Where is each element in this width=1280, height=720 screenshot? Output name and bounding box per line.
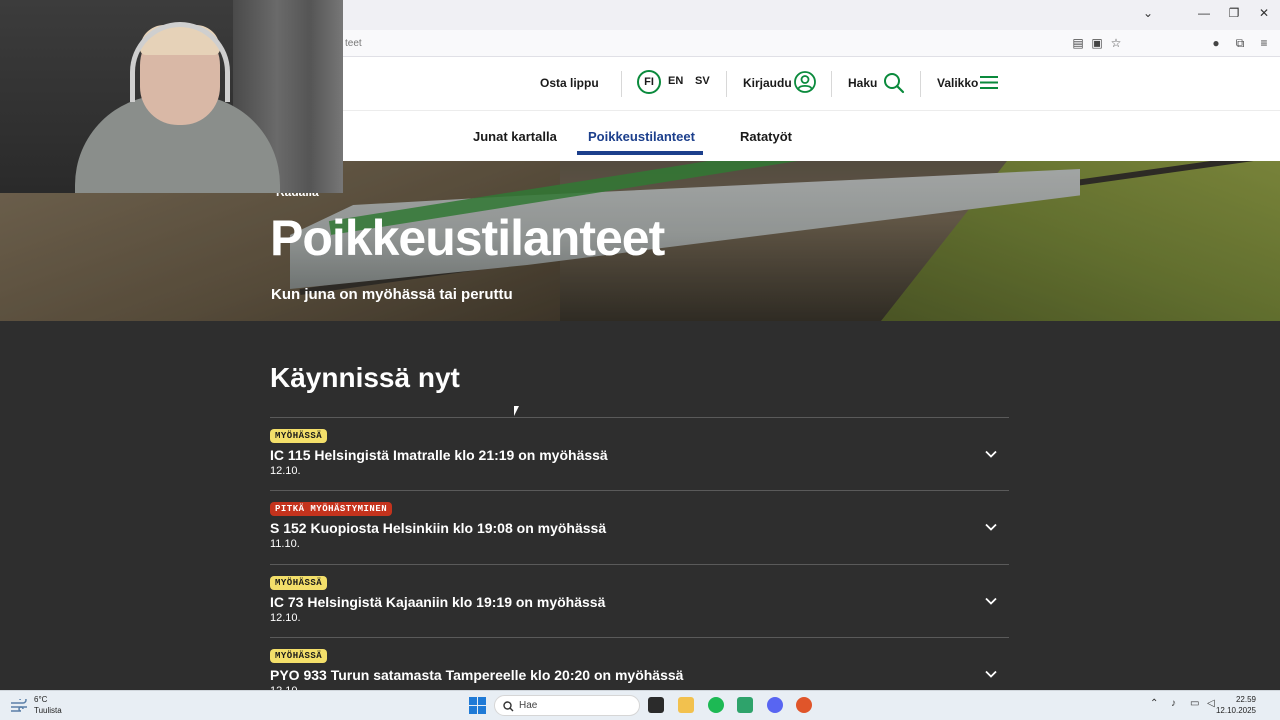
search-link[interactable]: Haku (848, 76, 877, 90)
reader-view-icon[interactable]: ▤ (1070, 36, 1086, 50)
status-badge: PITKÄ MYÖHÄSTYMINEN (270, 502, 393, 516)
item-title[interactable]: PYO 933 Turun satamasta Tampereelle klo … (270, 667, 683, 683)
windows-start-icon[interactable] (469, 697, 486, 714)
taskbar-search[interactable]: Hae (494, 695, 640, 716)
discord-icon[interactable] (767, 697, 783, 713)
save-page-icon[interactable]: ▣ (1089, 36, 1105, 50)
chatgpt-icon[interactable] (737, 697, 753, 713)
weather-temp[interactable]: 6°C (34, 695, 47, 704)
divider (270, 490, 1009, 491)
url-text[interactable]: teet (345, 38, 362, 49)
item-title[interactable]: IC 115 Helsingistä Imatralle klo 21:19 o… (270, 447, 608, 463)
page-title: Poikkeustilanteet (270, 210, 665, 266)
clock-time[interactable]: 22.59 (1236, 695, 1256, 704)
file-explorer-icon[interactable] (678, 697, 694, 713)
chevron-down-icon[interactable] (984, 667, 998, 681)
user-icon[interactable] (794, 71, 816, 93)
divider (270, 417, 1009, 418)
item-title[interactable]: S 152 Kuopiosta Helsinkiin klo 19:08 on … (270, 520, 606, 536)
section-title: Käynnissä nyt (270, 362, 460, 393)
lang-fi-button[interactable]: FI (637, 70, 661, 94)
chevron-down-icon[interactable] (984, 447, 998, 461)
extensions-icon[interactable]: ⧉ (1232, 36, 1248, 51)
search-icon (503, 701, 514, 712)
divider (831, 71, 832, 97)
webcam-overlay (0, 0, 343, 193)
active-tab-indicator (577, 151, 703, 155)
item-title[interactable]: IC 73 Helsingistä Kajaaniin klo 19:19 on… (270, 594, 605, 610)
screen: ⌄ — ❐ ✕ teet ▤ ▣ ☆ ● ⧉ ≡ Osta lippu FI E… (0, 0, 1280, 720)
windows-taskbar: 6°C Tuulista Hae ⌃ ♪ ▭ ◁ 22.59 12.10.202… (0, 690, 1280, 720)
volume-icon[interactable]: ◁ (1207, 698, 1215, 709)
item-date: 12.10. (270, 612, 301, 624)
close-icon[interactable]: ✕ (1254, 6, 1274, 20)
menu-link[interactable]: Valikko (937, 76, 978, 90)
hamburger-menu-icon[interactable] (980, 75, 998, 90)
chevron-down-icon[interactable] (984, 520, 998, 534)
spotify-icon[interactable] (708, 697, 724, 713)
account-icon[interactable]: ● (1208, 36, 1224, 50)
status-badge: MYÖHÄSSÄ (270, 429, 328, 443)
lang-en-button[interactable]: EN (668, 75, 683, 87)
buy-ticket-link[interactable]: Osta lippu (540, 76, 599, 90)
tab-ratatyot[interactable]: Ratatyöt (740, 129, 792, 144)
tab-junat-kartalla[interactable]: Junat kartalla (473, 129, 557, 144)
item-date: 11.10. (270, 538, 300, 550)
status-badge: MYÖHÄSSÄ (270, 649, 328, 663)
firefox-icon[interactable] (796, 697, 812, 713)
app-menu-icon[interactable]: ≡ (1256, 36, 1272, 50)
divider (920, 71, 921, 97)
login-link[interactable]: Kirjaudu (743, 76, 792, 90)
minimize-icon[interactable]: — (1194, 6, 1214, 20)
status-badge: MYÖHÄSSÄ (270, 576, 328, 590)
restore-icon[interactable]: ❐ (1224, 6, 1244, 20)
tray-chevron-up-icon[interactable]: ⌃ (1150, 698, 1158, 709)
divider (270, 564, 1009, 565)
search-icon[interactable] (883, 72, 905, 94)
tab-poikkeustilanteet[interactable]: Poikkeustilanteet (588, 129, 695, 144)
weather-wind-icon[interactable] (10, 699, 30, 713)
weather-desc[interactable]: Tuulista (34, 706, 62, 715)
chevron-down-icon[interactable] (984, 594, 998, 608)
microphone-icon[interactable]: ♪ (1171, 698, 1176, 709)
divider (726, 71, 727, 97)
bookmark-star-icon[interactable]: ☆ (1108, 36, 1124, 50)
page-subtitle: Kun juna on myöhässä tai peruttu (271, 286, 513, 303)
taskbar-search-placeholder: Hae (519, 700, 538, 711)
task-view-icon[interactable] (648, 697, 664, 713)
divider (621, 71, 622, 97)
divider (270, 637, 1009, 638)
lang-sv-button[interactable]: SV (695, 75, 710, 87)
main-content: Käynnissä nyt MYÖHÄSSÄ IC 115 Helsingist… (0, 321, 1280, 697)
clock-date[interactable]: 12.10.2025 (1216, 706, 1256, 715)
item-date: 12.10. (270, 465, 301, 477)
tab-list-chevron-icon[interactable]: ⌄ (1138, 6, 1158, 20)
network-icon[interactable]: ▭ (1190, 698, 1199, 709)
mouse-cursor (514, 406, 522, 416)
